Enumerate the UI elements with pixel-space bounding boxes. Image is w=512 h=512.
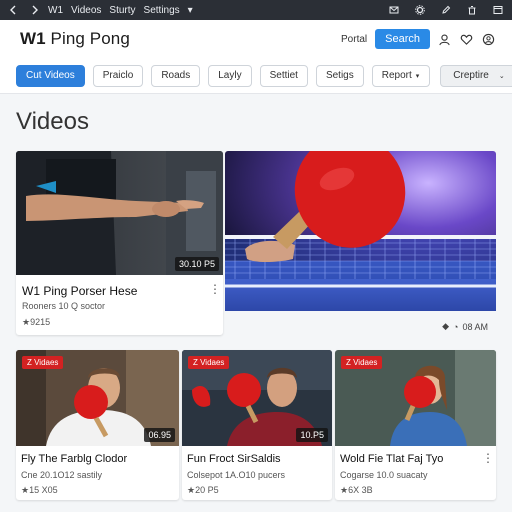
page-title: Videos xyxy=(16,108,89,135)
search-button[interactable]: Search xyxy=(375,29,430,49)
user-icon[interactable] xyxy=(436,31,452,47)
topnav-item-1[interactable]: Videos xyxy=(71,5,101,16)
forward-icon[interactable] xyxy=(28,5,40,15)
video-card-featured-2[interactable]: ◆ ◔ 08 AM xyxy=(225,151,496,335)
video-card-featured-1[interactable]: 30.10 P5 W1 Ping Porser Hese ⋮ Rooners 1… xyxy=(16,151,223,335)
tab-creptire[interactable]: Creptire ⌄ xyxy=(440,64,512,87)
video-thumbnail[interactable] xyxy=(225,151,496,311)
settings-icon[interactable] xyxy=(414,5,426,15)
video-card-3[interactable]: Z Vidaes Wold Fie Tlat Faj Tyo ⋮ Cogarse… xyxy=(335,350,496,500)
topnav-item-2[interactable]: Sturty xyxy=(109,5,135,16)
tab-report[interactable]: Report ▾ xyxy=(371,64,431,87)
clock-icon: ◔ xyxy=(453,321,459,332)
tab-settiet[interactable]: Settiet xyxy=(259,64,308,87)
video-meta: Cogarse 10.0 suacaty xyxy=(340,470,428,480)
topnav-item-0[interactable]: W1 xyxy=(48,5,63,16)
site-header: W1 Ping Pong Portal Search xyxy=(0,20,512,58)
tab-layly[interactable]: Layly xyxy=(208,64,252,87)
tab-setigs[interactable]: Setigs xyxy=(315,64,364,87)
diamond-icon: ◆ xyxy=(442,321,450,331)
live-badge: Z Vidaes xyxy=(188,356,230,369)
chevron-down-icon: ⌄ xyxy=(498,72,505,80)
site-logo[interactable]: W1 Ping Pong xyxy=(20,29,130,49)
tab-cut-videos[interactable]: Cut Videos xyxy=(16,64,85,87)
heart-icon[interactable] xyxy=(458,31,474,47)
duration-badge: 06.95 xyxy=(144,428,175,442)
filter-tabs: Cut Videos Praiclo Roads Layly Settiet S… xyxy=(0,58,512,94)
video-meta: Colsepot 1A.O10 pucers xyxy=(187,470,286,480)
video-card-1[interactable]: Z Vidaes 06.95 Fly The Farblg Clodor Cne… xyxy=(16,350,179,500)
video-views: ★20 P5 xyxy=(187,485,219,495)
video-card-2[interactable]: Z Vidaes 10.P5 Fun Froct SirSaldis Colse… xyxy=(182,350,332,500)
video-meta: Cne 20.1O12 sastily xyxy=(21,470,103,480)
video-thumbnail[interactable]: Z Vidaes 06.95 xyxy=(16,350,179,446)
video-thumbnail[interactable]: 30.10 P5 xyxy=(16,151,223,275)
duration-badge: 30.10 P5 xyxy=(174,257,219,271)
video-stats: ◆ ◔ 08 AM xyxy=(442,321,488,332)
chevron-down-icon[interactable]: ▾ xyxy=(188,5,193,16)
pencil-icon[interactable] xyxy=(440,5,452,15)
video-views: ★9215 xyxy=(22,317,51,327)
live-badge: Z Vidaes xyxy=(341,356,383,369)
portal-link[interactable]: Portal xyxy=(341,34,367,45)
video-title[interactable]: Wold Fie Tlat Faj Tyo xyxy=(340,453,443,465)
trash-icon[interactable] xyxy=(466,5,478,15)
video-title[interactable]: W1 Ping Porser Hese xyxy=(22,284,137,298)
video-title[interactable]: Fly The Farblg Clodor xyxy=(21,453,127,465)
mail-icon[interactable] xyxy=(388,5,400,15)
video-views: ★6X 3B xyxy=(340,485,373,495)
tab-praiclo[interactable]: Praiclo xyxy=(92,64,144,87)
live-badge: Z Vidaes xyxy=(22,356,64,369)
chevron-down-icon: ▾ xyxy=(415,72,420,80)
account-icon[interactable] xyxy=(480,31,496,47)
duration-badge: 10.P5 xyxy=(296,428,328,442)
more-icon[interactable]: ⋮ xyxy=(209,283,221,295)
more-icon[interactable]: ⋮ xyxy=(482,452,494,464)
browser-bar: W1 Videos Sturty Settings ▾ xyxy=(0,0,512,20)
video-thumbnail[interactable]: Z Vidaes 10.P5 xyxy=(182,350,332,446)
video-views: ★15 X05 xyxy=(21,485,58,495)
video-meta: Rooners 10 Q soctor xyxy=(22,301,106,311)
window-icon[interactable] xyxy=(492,5,504,15)
tab-roads[interactable]: Roads xyxy=(151,64,201,87)
video-title[interactable]: Fun Froct SirSaldis xyxy=(187,453,281,465)
video-thumbnail[interactable]: Z Vidaes xyxy=(335,350,496,446)
back-icon[interactable] xyxy=(8,5,20,15)
topnav-item-3[interactable]: Settings xyxy=(144,5,180,16)
